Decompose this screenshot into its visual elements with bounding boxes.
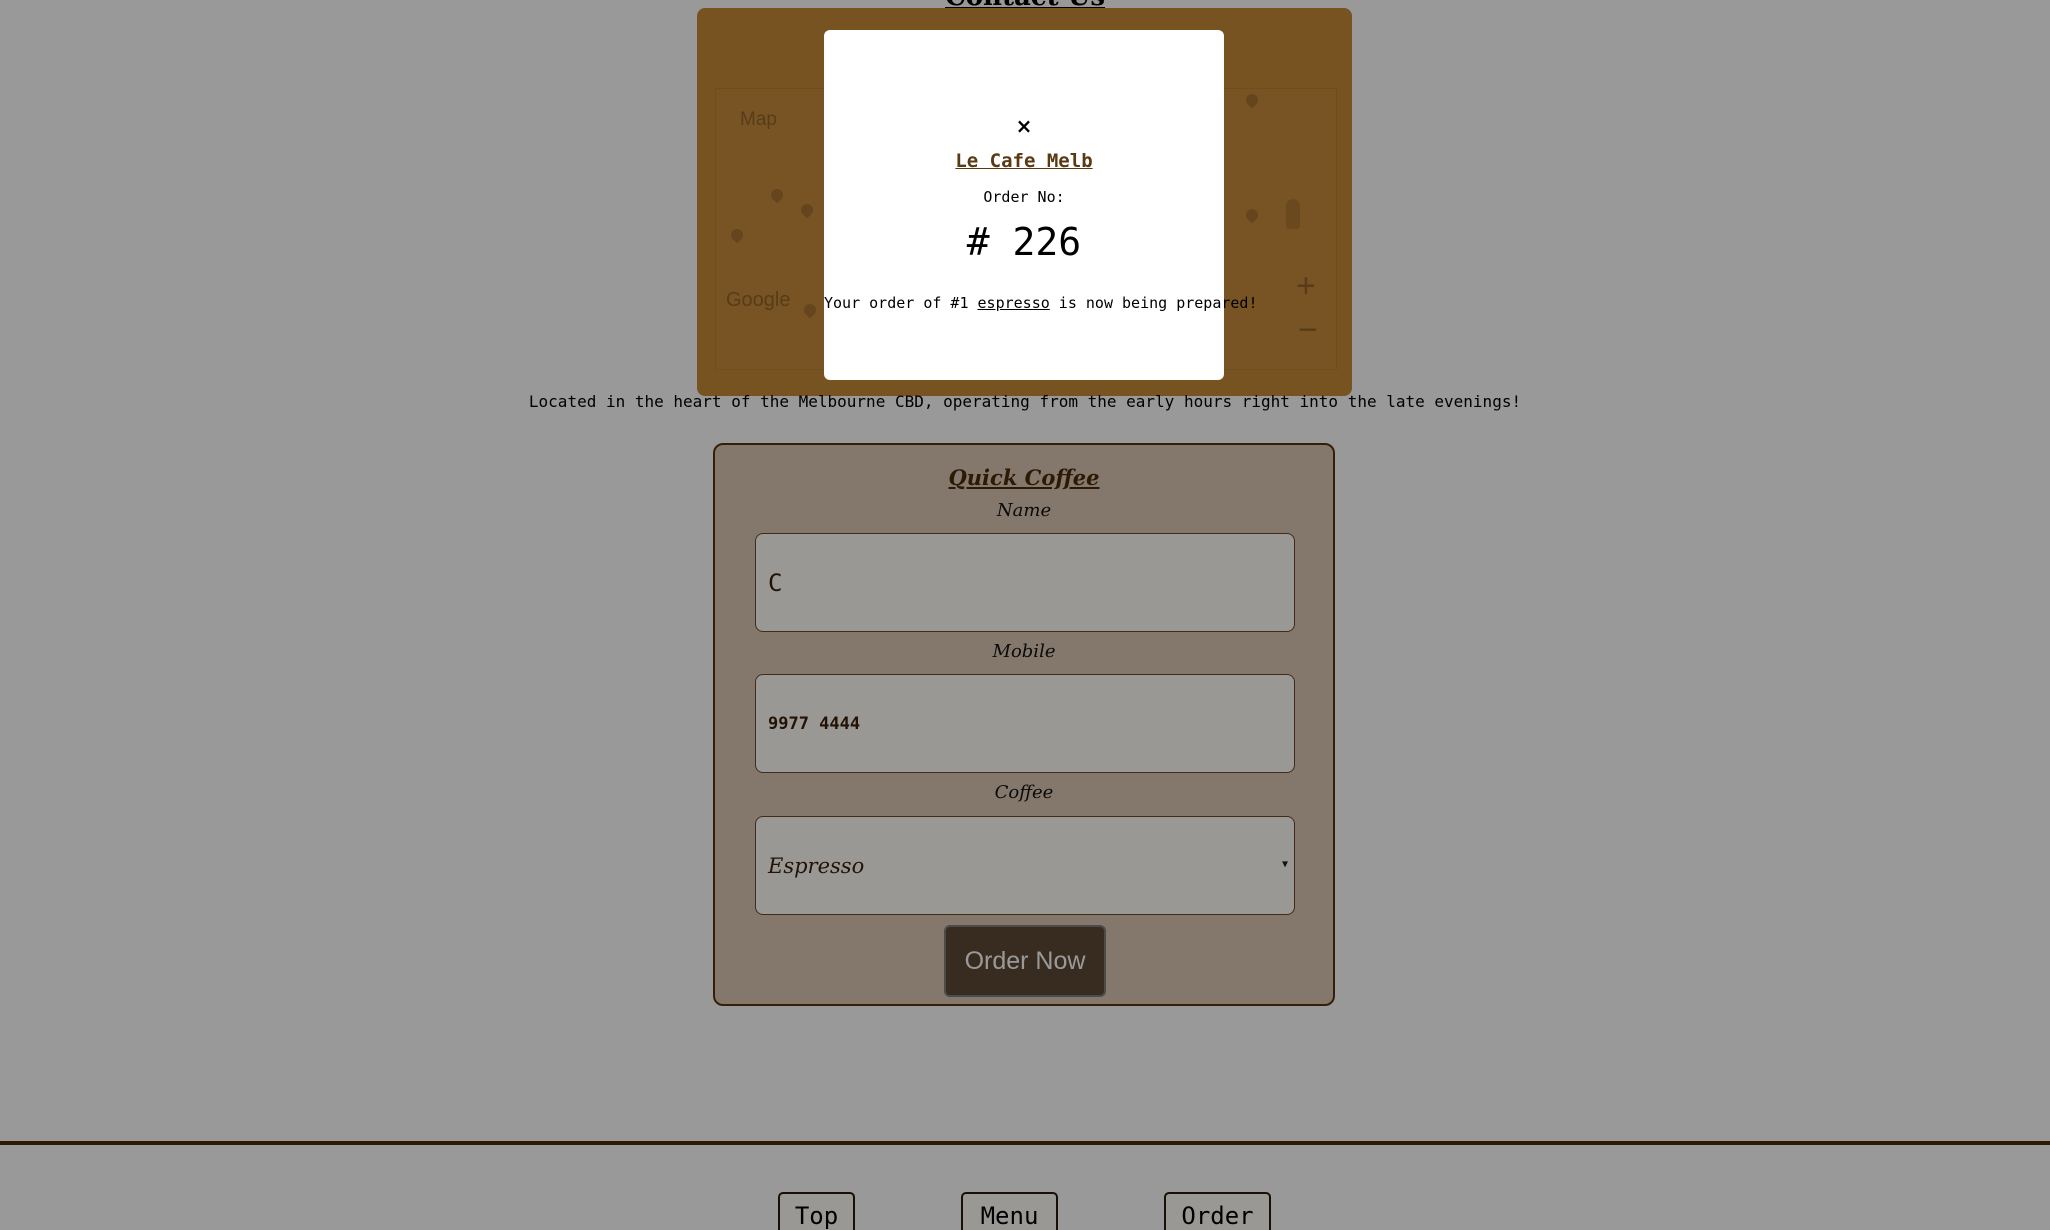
close-icon[interactable]: × — [824, 114, 1224, 138]
modal-title: Le Cafe Melb — [955, 150, 1093, 172]
order-number: # 226 — [966, 220, 1082, 264]
order-confirmation-modal: × Le Cafe Melb Order No: # 226 Your orde… — [824, 30, 1258, 380]
order-message-item: espresso — [977, 294, 1050, 312]
order-number-label: Order No: — [983, 188, 1065, 206]
order-message-suffix: is now being prepared! — [1049, 294, 1258, 312]
order-message-prefix: Your order of #1 — [824, 294, 978, 312]
order-status-message: Your order of #1 espresso is now being p… — [824, 294, 1258, 312]
